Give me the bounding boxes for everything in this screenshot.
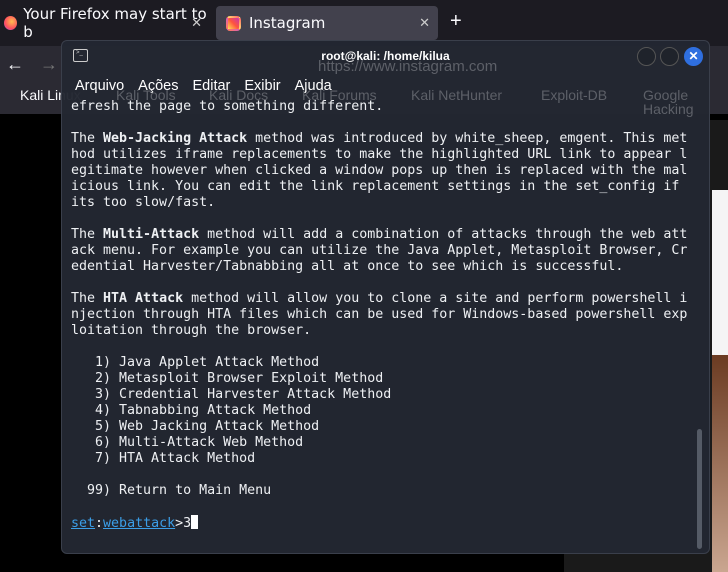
prompt-input[interactable]: 3: [183, 516, 191, 531]
bookmark[interactable]: Exploit-DB: [541, 88, 607, 102]
instagram-photo: [712, 355, 728, 572]
prompt-module: webattack: [103, 516, 176, 531]
line-text: The: [71, 131, 104, 146]
terminal-line: 2) Metasploit Browser Exploit Method: [71, 371, 384, 386]
terminal-line: 7) HTA Attack Method: [71, 451, 256, 466]
tab-firefox[interactable]: Your Firefox may start to b ✕: [0, 5, 210, 41]
url-input[interactable]: https://www.instagram.com: [318, 59, 497, 74]
instagram-phone-preview: [712, 190, 728, 380]
cursor: [191, 515, 199, 529]
terminal-line: 6) Multi-Attack Web Method: [71, 435, 304, 450]
firefox-icon: [4, 16, 18, 30]
terminal-line: 99) Return to Main Menu: [71, 483, 272, 498]
minimize-button[interactable]: [637, 47, 656, 66]
tab-label: Your Firefox may start to b: [23, 5, 207, 41]
terminal-output[interactable]: efresh the page to something different. …: [71, 99, 687, 532]
prompt-set: set: [71, 516, 96, 531]
bookmark[interactable]: Google Hacking: [643, 88, 728, 116]
terminal-line: The Multi-Attack method will add a combi…: [71, 227, 687, 243]
line-text: The: [71, 227, 104, 242]
terminal-line: njection through HTA files which can be …: [71, 307, 688, 322]
forward-icon[interactable]: →: [40, 54, 58, 75]
close-tab-icon[interactable]: ✕: [419, 16, 430, 31]
close-tab-icon[interactable]: ✕: [191, 16, 202, 31]
terminal-line: 5) Web Jacking Attack Method: [71, 419, 320, 434]
terminal-line: its too slow/fast.: [71, 195, 216, 210]
terminal-line: hod utilizes iframe replacements to make…: [71, 147, 688, 162]
terminal-scrollbar[interactable]: [697, 429, 702, 549]
attack-name: Web-Jacking Attack: [103, 131, 248, 146]
bookmark[interactable]: Kali NetHunter: [411, 88, 502, 102]
terminal-window[interactable]: >_ root@kali: /home/kilua ✕ Arquivo Açõe…: [61, 40, 710, 554]
line-text: method will add a combination of attacks…: [199, 227, 688, 242]
line-text: method was introduced by white_sheep, em…: [247, 131, 688, 146]
prompt-sep: :: [95, 516, 104, 531]
tab-label: Instagram: [249, 14, 326, 32]
new-tab-button[interactable]: +: [450, 10, 462, 33]
terminal-line: 1) Java Applet Attack Method: [71, 355, 320, 370]
line-text: The: [71, 291, 104, 306]
attack-name: Multi-Attack: [103, 227, 200, 242]
terminal-line: edential Harvester/Tabnabbing all at onc…: [71, 259, 624, 274]
maximize-button[interactable]: [660, 47, 679, 66]
bookmark[interactable]: Kali Forums: [302, 88, 377, 102]
terminal-line: The Web-Jacking Attack method was introd…: [71, 131, 687, 147]
terminal-line: ack menu. For example you can utilize th…: [71, 243, 688, 258]
terminal-line: egitimate however when clicked a window …: [71, 163, 688, 178]
terminal-line: The HTA Attack method will allow you to …: [71, 291, 687, 307]
instagram-icon: [226, 15, 241, 31]
close-button[interactable]: ✕: [684, 47, 703, 66]
prompt-gt: >: [175, 516, 184, 531]
attack-name: HTA Attack: [103, 291, 184, 306]
terminal-prompt[interactable]: set:webattack>3: [71, 515, 687, 532]
back-icon[interactable]: ←: [6, 54, 24, 75]
terminal-line: loitation through the browser.: [71, 323, 312, 338]
bookmark[interactable]: Kali Tools: [116, 88, 176, 102]
tab-instagram[interactable]: Instagram ✕: [216, 6, 438, 40]
line-text: method will allow you to clone a site an…: [183, 291, 688, 306]
terminal-line: icious link. You can edit the link repla…: [71, 179, 680, 194]
terminal-line: 3) Credential Harvester Attack Method: [71, 387, 392, 402]
bookmark[interactable]: Kali Docs: [209, 88, 268, 102]
terminal-line: 4) Tabnabbing Attack Method: [71, 403, 312, 418]
